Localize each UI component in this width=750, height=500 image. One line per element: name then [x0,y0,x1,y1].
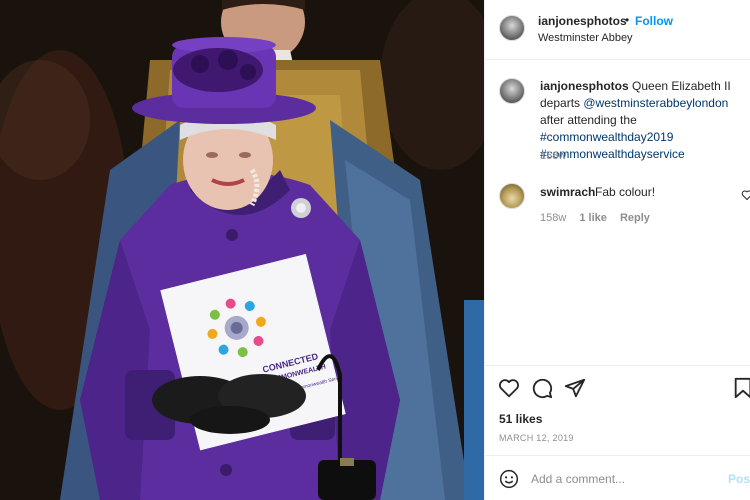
comment-like-heart-icon[interactable] [741,189,750,201]
post-location[interactable]: Westminster Abbey [538,32,633,44]
share-paper-plane-icon[interactable] [564,377,586,399]
like-heart-icon[interactable] [498,377,520,399]
post-date[interactable]: MARCH 12, 2019 [499,433,574,443]
post-header: ianjonesphotos • Follow Westminster Abbe… [485,0,750,60]
comment-bubble-icon[interactable] [531,377,553,399]
commenter-username[interactable]: swimrach [540,185,595,199]
follow-button[interactable]: Follow [635,14,673,28]
comment-timestamp[interactable]: 158w [540,212,566,224]
caption-mention[interactable]: @westminsterabbeylondon [583,96,728,110]
post-photo[interactable]: CONNECTED COMMONWEALTH Commonwealth Serv… [0,0,484,500]
comment-item: swimrach Fab colour! 158w 1 like Reply [485,180,750,230]
comment-likes[interactable]: 1 like [579,212,607,224]
comment-reply-button[interactable]: Reply [620,212,650,224]
caption-author-avatar[interactable] [499,78,525,104]
author-username[interactable]: ianjonesphotos [538,14,627,28]
post-side-panel: ianjonesphotos • Follow Westminster Abbe… [484,0,750,500]
caption-text: ianjonesphotos Queen Elizabeth II depart… [540,78,750,163]
save-bookmark-icon[interactable] [732,377,750,399]
photo-illustration: CONNECTED COMMONWEALTH Commonwealth Serv… [0,0,484,500]
emoji-icon[interactable] [499,469,519,489]
caption-timestamp[interactable]: 158w [540,150,566,162]
author-avatar[interactable] [499,15,525,41]
comment-text: Fab colour! [595,185,656,199]
caption-hashtag-commonwealthday2019[interactable]: #commonwealthday2019 [540,130,673,144]
add-comment-bar: Post [485,455,750,500]
comment-meta: 158w 1 like Reply [540,212,660,224]
caption-username[interactable]: ianjonesphotos [540,79,629,93]
commenter-avatar[interactable] [499,183,525,209]
post-comment-button[interactable]: Post [728,472,750,486]
comment-input[interactable] [531,469,711,489]
likes-count[interactable]: 51 likes [499,412,542,426]
header-separator: • [625,13,630,27]
caption-text-part2: after attending the [540,113,637,127]
